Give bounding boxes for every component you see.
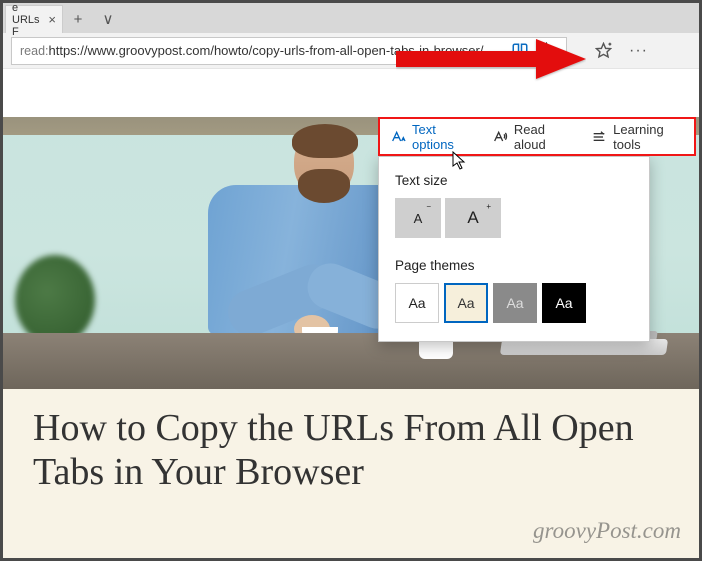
size-glyph: A	[467, 208, 478, 228]
add-favorite-icon[interactable]	[591, 39, 615, 63]
blank-band	[3, 69, 699, 117]
address-row: read:https://www.groovypost.com/howto/co…	[3, 33, 699, 69]
new-tab-button[interactable]: +	[63, 5, 93, 33]
read-aloud-icon	[492, 129, 508, 145]
text-options-popup: Text size A− A+ Page themes Aa Aa Aa Aa	[378, 156, 650, 342]
address-bar[interactable]: read:https://www.groovypost.com/howto/co…	[11, 37, 567, 65]
reading-view-toolbar: Text options Read aloud Learning tools	[378, 117, 696, 156]
increase-text-size-button[interactable]: A+	[445, 198, 501, 238]
reading-view-icon[interactable]	[508, 39, 532, 63]
text-options-icon	[390, 129, 406, 145]
text-options-label: Text options	[412, 122, 472, 152]
theme-dark-button[interactable]: Aa	[542, 283, 586, 323]
learning-tools-button[interactable]: Learning tools	[581, 119, 694, 154]
url-text: https://www.groovypost.com/howto/copy-ur…	[49, 43, 484, 58]
article-headline: How to Copy the URLs From All Open Tabs …	[3, 389, 699, 494]
watermark: groovyPost.com	[533, 518, 681, 544]
more-menu-icon[interactable]: ···	[629, 42, 648, 60]
tab-actions-button[interactable]: ∨	[93, 5, 123, 33]
read-aloud-button[interactable]: Read aloud	[482, 119, 581, 154]
learning-tools-icon	[591, 129, 607, 145]
tab-strip: e URLs F × + ∨	[3, 3, 699, 33]
browser-tab[interactable]: e URLs F ×	[5, 5, 63, 33]
size-glyph: A	[414, 211, 423, 226]
tab-title: e URLs F	[12, 3, 48, 38]
close-icon[interactable]: ×	[48, 12, 56, 27]
decrease-text-size-button[interactable]: A−	[395, 198, 441, 238]
text-options-button[interactable]: Text options	[380, 119, 482, 154]
page-themes-heading: Page themes	[395, 258, 633, 273]
theme-light-button[interactable]: Aa	[395, 283, 439, 323]
learning-tools-label: Learning tools	[613, 122, 684, 152]
read-aloud-label: Read aloud	[514, 122, 571, 152]
theme-gray-button[interactable]: Aa	[493, 283, 537, 323]
theme-sepia-button[interactable]: Aa	[444, 283, 488, 323]
url-prefix: read:	[20, 44, 49, 58]
favorite-icon[interactable]	[534, 39, 558, 63]
text-size-heading: Text size	[395, 173, 633, 188]
